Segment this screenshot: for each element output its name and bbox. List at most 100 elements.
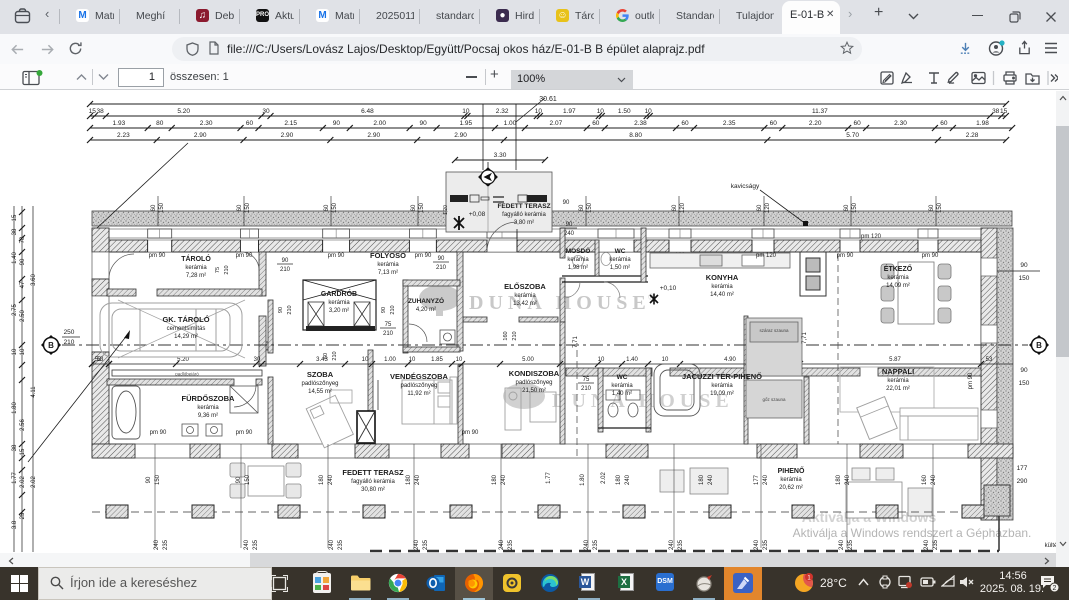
svg-text:5.00: 5.00	[522, 357, 534, 363]
svg-text:5.70: 5.70	[846, 132, 859, 139]
svg-text:30: 30	[262, 108, 270, 115]
svg-text:7,28 m²: 7,28 m²	[186, 273, 206, 279]
svg-text:1.80: 1.80	[580, 474, 586, 486]
svg-text:150: 150	[1019, 380, 1030, 387]
svg-text:180: 180	[319, 474, 325, 485]
svg-text:60: 60	[237, 204, 243, 211]
svg-text:WC: WC	[617, 374, 628, 381]
svg-text:4.90: 4.90	[724, 357, 736, 363]
svg-text:WC: WC	[615, 248, 626, 255]
svg-text:DUNA HOUSE: DUNA HOUSE	[552, 390, 734, 412]
svg-text:235: 235	[848, 539, 854, 550]
svg-text:60: 60	[246, 120, 254, 127]
svg-text:10: 10	[456, 357, 463, 363]
svg-text:7,71: 7,71	[802, 332, 808, 344]
svg-text:10: 10	[662, 357, 669, 363]
svg-text:90: 90	[420, 120, 428, 127]
svg-text:padlószőnyeg: padlószőnyeg	[301, 381, 338, 387]
svg-text:240: 240	[763, 474, 769, 485]
svg-text:7,13 m²: 7,13 m²	[378, 270, 398, 276]
svg-text:150: 150	[1019, 275, 1030, 282]
svg-text:GARDRÓB: GARDRÓB	[321, 289, 357, 298]
svg-text:2.90: 2.90	[454, 132, 467, 139]
svg-text:60: 60	[151, 204, 157, 211]
svg-text:90: 90	[282, 258, 289, 264]
svg-text:160: 160	[922, 474, 928, 485]
svg-text:90: 90	[438, 256, 445, 262]
svg-text:2.20: 2.20	[809, 120, 822, 127]
svg-text:kerámia: kerámia	[377, 262, 399, 268]
svg-text:150: 150	[332, 202, 338, 213]
svg-text:2.35: 2.35	[723, 120, 736, 127]
svg-text:3,80 m²: 3,80 m²	[514, 220, 534, 226]
svg-text:pm 120: pm 120	[756, 253, 777, 259]
svg-text:kerámia: kerámia	[887, 275, 909, 281]
svg-text:60: 60	[681, 120, 689, 127]
svg-text:1.40: 1.40	[626, 357, 638, 363]
svg-text:4.11: 4.11	[31, 386, 37, 398]
svg-text:38: 38	[12, 228, 18, 235]
svg-text:210: 210	[390, 305, 396, 314]
svg-text:kerámia: kerámia	[611, 383, 633, 389]
svg-text:21,50 m²: 21,50 m²	[522, 388, 546, 394]
svg-text:30.61: 30.61	[539, 96, 557, 103]
svg-text:pm 90: pm 90	[236, 430, 253, 436]
svg-text:240: 240	[154, 539, 160, 550]
svg-text:150: 150	[245, 474, 251, 485]
svg-text:kavicságy: kavicságy	[731, 183, 760, 190]
svg-text:fagyálló kerámia: fagyálló kerámia	[351, 479, 395, 485]
svg-text:2.30: 2.30	[894, 120, 907, 127]
svg-text:180: 180	[492, 474, 498, 485]
svg-text:47: 47	[20, 281, 26, 288]
svg-text:240: 240	[924, 539, 930, 550]
svg-text:1.00: 1.00	[384, 357, 396, 363]
svg-text:Aktiválja a Windows rendszert: Aktiválja a Windows rendszert a Gépházba…	[793, 526, 1032, 540]
svg-text:1.50: 1.50	[618, 108, 631, 115]
svg-text:KONDISZOBA: KONDISZOBA	[509, 369, 560, 378]
svg-text:240: 240	[625, 474, 631, 485]
svg-text:235: 235	[593, 539, 599, 550]
svg-text:kerámia: kerámia	[197, 405, 219, 411]
svg-text:FEDETT TERASZ: FEDETT TERASZ	[497, 203, 550, 210]
svg-text:padlóbejáró: padlóbejáró	[175, 372, 199, 377]
svg-text:15: 15	[20, 448, 26, 455]
svg-text:30,80 m²: 30,80 m²	[361, 487, 385, 493]
svg-text:177: 177	[1017, 465, 1028, 472]
svg-text:+0,10: +0,10	[660, 285, 677, 292]
svg-text:60: 60	[324, 204, 330, 211]
svg-text:4,20 m²: 4,20 m²	[416, 307, 436, 313]
svg-text:150: 150	[155, 474, 161, 485]
svg-text:240: 240	[564, 231, 575, 237]
svg-text:240: 240	[708, 474, 714, 485]
svg-text:+0,08: +0,08	[469, 211, 486, 218]
svg-text:kerámia: kerámia	[780, 477, 802, 483]
svg-text:180: 180	[616, 474, 622, 485]
svg-text:10: 10	[462, 108, 470, 115]
svg-text:11.37: 11.37	[812, 108, 828, 115]
svg-text:pm 90: pm 90	[837, 253, 854, 259]
svg-text:38: 38	[97, 108, 105, 115]
svg-text:2.56: 2.56	[20, 419, 26, 431]
svg-text:3.43: 3.43	[316, 357, 328, 363]
svg-text:8.80: 8.80	[629, 132, 642, 139]
svg-text:1.80: 1.80	[12, 402, 18, 414]
svg-text:53: 53	[95, 357, 102, 363]
svg-text:pm 90: pm 90	[415, 253, 432, 259]
svg-text:1.97: 1.97	[563, 108, 576, 115]
svg-text:60: 60	[853, 120, 861, 127]
svg-text:10: 10	[20, 348, 26, 355]
svg-text:11,92 m²: 11,92 m²	[407, 391, 430, 397]
svg-text:1,98 m²: 1,98 m²	[568, 265, 588, 271]
svg-text:14,55 m²: 14,55 m²	[308, 389, 332, 395]
svg-text:1,20: 1,20	[443, 205, 449, 215]
svg-text:pm 90: pm 90	[968, 372, 974, 389]
svg-text:240: 240	[328, 474, 334, 485]
svg-text:10: 10	[362, 357, 369, 363]
svg-text:240: 240	[414, 539, 420, 550]
svg-text:2.23: 2.23	[117, 132, 130, 139]
svg-text:240: 240	[669, 539, 675, 550]
svg-text:5.20: 5.20	[177, 108, 190, 115]
svg-text:160: 160	[503, 331, 509, 340]
svg-text:száraz szauna: száraz szauna	[759, 328, 789, 333]
svg-text:235: 235	[933, 539, 939, 550]
